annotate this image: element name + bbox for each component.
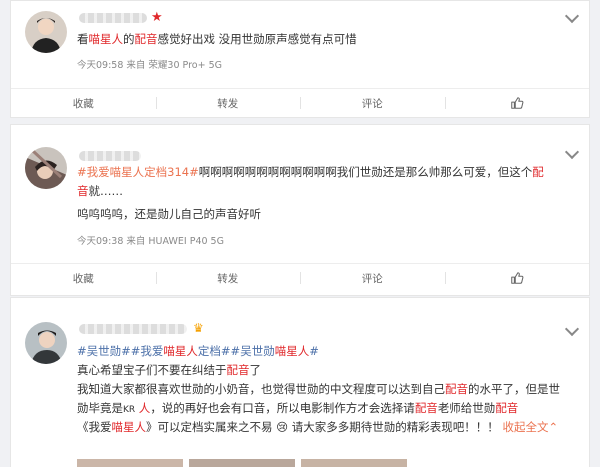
comment-button[interactable]: 评论 [300,264,445,292]
topic-link[interactable]: 定档##吴世勋 [198,344,275,358]
post-text: 真心希望宝子们不要在纠结于配音了 [77,361,571,380]
post-text: 我知道大家都很喜欢世勋的小奶音，也觉得世勋的中文程度可以达到自己配音的水平了，但… [77,380,571,399]
post-text: 勋毕竟是KR 人，说的再好也会有口音，所以电影制作方才会选择请配音老师给世勋配音 [77,399,571,420]
comment-label: 评论 [361,272,383,285]
collect-label: 收藏 [72,272,94,285]
weibo-feed: ★ 看喵星人的配音感觉好出戏 没用世勋原声感觉有点可惜 今天09:58 来自 荣… [0,0,600,467]
chevron-down-icon[interactable] [564,8,580,24]
keyword-highlight: 人 [135,401,151,415]
post-text: 《我爱喵星人》可以定档实属来之不易 😢 请大家多多期待世勋的精彩表现吧！！！ 收… [77,418,571,437]
post-text: #我爱喵星人定档314#啊啊啊啊啊啊啊啊啊啊啊啊我们世勋还是那么帅那么可爱，但这… [77,163,571,182]
text-segment: 的 [123,32,135,46]
rich-line: #吴世勋##我爱喵星人定档##吴世勋喵星人# [77,344,319,358]
text-segment: 的水平了，但是世 [468,382,560,396]
chevron-down-icon[interactable] [564,144,580,160]
action-bar: 收藏 转发 评论 [11,263,589,292]
keyword-highlight: 喵星人 [163,344,198,358]
post-text: #吴世勋##我爱喵星人定档##吴世勋喵星人# [77,342,571,361]
text-segment: 勋毕竟是 [77,401,123,415]
rich-line: 《我爱喵星人》可以定档实属来之不易 😢 请大家多多期待世勋的精彩表现吧！！！ 收… [77,420,558,434]
text-segment: 啊啊啊啊啊啊啊啊啊啊啊啊我们世勋还是那么帅那么可爱，但这个 [198,165,533,179]
post-card: ★ 看喵星人的配音感觉好出戏 没用世勋原声感觉有点可惜 今天09:58 来自 荣… [10,0,590,118]
keyword-highlight: 配音 [414,401,438,415]
avatar-image [25,147,67,189]
repost-label: 转发 [217,97,239,110]
rich-line: 看喵星人的配音感觉好出戏 没用世勋原声感觉有点可惜 [77,32,357,46]
post-meta: 今天09:38 来自 HUAWEI P40 5G [77,236,224,247]
avatar-image [25,322,67,364]
keyword-highlight: 配 [532,165,544,179]
vip-crown-icon: ♛ [193,321,204,335]
avatar[interactable] [25,322,67,364]
keyword-highlight: 喵星人 [111,420,147,434]
collect-label: 收藏 [72,97,94,110]
media-thumbnail[interactable] [189,459,295,467]
rich-line: 我知道大家都很喜欢世勋的小奶音，也觉得世勋的中文程度可以达到自己配音的水平了，但… [77,382,560,396]
rich-line: 勋毕竟是KR 人，说的再好也会有口音，所以电影制作方才会选择请配音老师给世勋配音 [77,401,518,415]
keyword-highlight: 喵星人 [274,344,310,358]
repost-label: 转发 [217,272,239,285]
rich-line: 真心希望宝子们不要在纠结于配音了 [77,363,261,377]
media-thumbnail[interactable] [77,459,183,467]
post-text: 呜呜呜呜，还是勋儿自己的声音好听 [77,205,571,224]
avatar-image [25,11,67,53]
keyword-highlight: 配音 [134,32,158,46]
repost-button[interactable]: 转发 [155,89,301,117]
thumbs-up-icon [510,97,524,109]
comment-label: 评论 [361,97,383,110]
topic-link[interactable]: 收起全文 [502,420,548,434]
rich-line: 呜呜呜呜，还是勋儿自己的声音好听 [77,207,261,221]
text-segment: 了 [249,363,262,377]
emoji: 😢 [276,420,289,434]
post-text: 音就…… [77,182,571,201]
action-bar: 收藏 转发 评论 [11,88,589,117]
keyword-highlight: 配音 [495,401,519,415]
keyword-highlight: 配音 [445,382,468,396]
thumbs-up-icon [510,272,524,284]
username-blurred[interactable] [79,324,187,334]
rich-line: #我爱喵星人定档314#啊啊啊啊啊啊啊啊啊啊啊啊我们世勋还是那么帅那么可爱，但这… [77,165,544,179]
text-segment: 老师给世勋 [437,401,496,415]
like-button[interactable] [444,264,590,292]
text-segment: 看 [77,32,89,46]
topic-link[interactable]: ⌃ [548,420,558,434]
post-text: 看喵星人的配音感觉好出戏 没用世勋原声感觉有点可惜 [77,30,571,49]
keyword-highlight: 喵星人 [88,32,124,46]
text-segment: 就…… [88,184,124,198]
text-segment: 我知道大家都很喜欢世勋的小奶音，也觉得世勋的中文程度可以达到自己 [77,382,445,396]
post-card: ♛ #吴世勋##我爱喵星人定档##吴世勋喵星人# 真心希望宝子们不要在纠结于配音… [10,297,590,467]
comment-button[interactable]: 评论 [300,89,445,117]
avatar[interactable] [25,147,67,189]
text-segment: 真心希望宝子们不要在纠结于 [77,363,227,377]
like-button[interactable] [444,89,590,117]
rich-line: 音就…… [77,184,123,198]
keyword-highlight: 配音 [226,363,250,377]
topic-link[interactable]: # [309,344,319,358]
avatar[interactable] [25,11,67,53]
collect-button[interactable]: 收藏 [11,264,156,292]
red-star-icon: ★ [151,10,163,25]
text-segment: 》可以定档实属来之不易 [146,420,277,434]
text-segment: 呜呜呜呜，还是勋儿自己的声音好听 [77,207,261,221]
keyword-highlight: 音 [77,184,89,198]
repost-button[interactable]: 转发 [155,264,301,292]
username-blurred[interactable] [79,151,141,161]
collect-button[interactable]: 收藏 [11,89,156,117]
topic-link[interactable]: #我爱喵星人定档314# [77,165,199,179]
text-segment: ，说的再好也会有口音，所以电影制作方才会选择请 [150,401,415,415]
topic-link[interactable]: #吴世勋##我爱 [77,344,163,358]
text-segment: KR [123,405,136,415]
text-segment: 感觉好出戏 没用世勋原声感觉有点可惜 [157,32,357,46]
post-card: #我爱喵星人定档314#啊啊啊啊啊啊啊啊啊啊啊啊我们世勋还是那么帅那么可爱，但这… [10,124,590,296]
post-meta: 今天09:58 来自 荣耀30 Pro+ 5G [77,60,222,71]
text-segment: 请大家多多期待世勋的精彩表现吧！！！ [288,420,503,434]
chevron-down-icon[interactable] [564,321,580,337]
media-thumbnail[interactable] [301,459,407,467]
text-segment: 《我爱 [77,420,112,434]
username-blurred[interactable] [79,13,147,23]
